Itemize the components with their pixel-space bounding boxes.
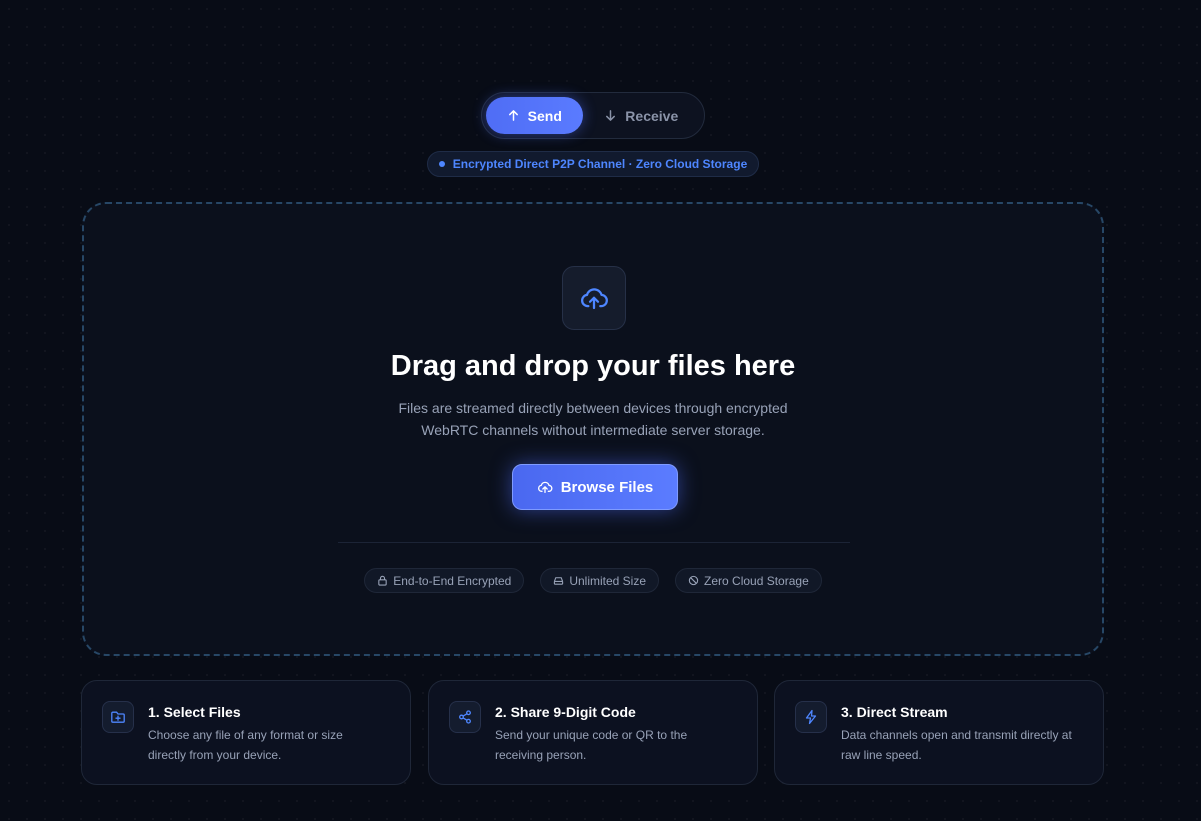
drop-zone-title: Drag and drop your files here <box>390 350 796 382</box>
feature-badge-storage-label: Zero Cloud Storage <box>704 573 809 588</box>
drop-zone-description-line1: Files are streamed directly between devi… <box>398 400 788 416</box>
browse-files-label: Browse Files <box>560 478 654 496</box>
step-description: Data channels open and transmit directly… <box>841 725 1089 765</box>
lightning-icon <box>805 709 817 725</box>
security-notice-text: Encrypted Direct P2P Channel · Zero Clou… <box>452 157 748 171</box>
arrow-down-icon <box>606 110 616 121</box>
step-description: Choose any file of any format or size di… <box>148 725 396 765</box>
feature-badge-storage: Zero Cloud Storage <box>675 568 822 593</box>
folder-plus-icon <box>111 711 125 723</box>
step-icon-tile <box>449 701 481 733</box>
arrow-up-icon <box>508 110 518 121</box>
feature-badge-size: Unlimited Size <box>540 568 660 593</box>
share-icon <box>459 710 471 724</box>
status-dot-icon <box>438 161 445 167</box>
step-description-line2: receiving person. <box>495 748 587 762</box>
step-description: Send your unique code or QR to the recei… <box>495 725 743 765</box>
step-title: 2. Share 9-Digit Code <box>495 704 636 720</box>
step-description-line1: Data channels open and transmit directly… <box>841 728 1072 742</box>
receive-mode-label: Receive <box>625 107 679 124</box>
cloud-upload-icon <box>581 288 608 310</box>
step-description-line1: Send your unique code or QR to the <box>495 728 688 742</box>
step-description-line1: Choose any file of any format or size <box>148 728 343 742</box>
feature-badge-size-label: Unlimited Size <box>569 573 647 588</box>
lock-icon <box>378 575 387 586</box>
drive-icon <box>554 577 564 585</box>
send-mode-button[interactable]: Send <box>486 97 583 134</box>
send-mode-label: Send <box>527 107 562 124</box>
mode-toggle: Send Receive <box>481 92 705 139</box>
step-icon-tile <box>102 701 134 733</box>
feature-badge-encrypted: End-to-End Encrypted <box>364 568 525 593</box>
step-title: 3. Direct Stream <box>841 704 948 720</box>
file-drop-zone[interactable]: Drag and drop your files here Files are … <box>82 202 1104 656</box>
step-description-line2: raw line speed. <box>841 748 922 762</box>
feature-badge-encrypted-label: End-to-End Encrypted <box>393 573 512 588</box>
step-card-share: 2. Share 9-Digit Code Send your unique c… <box>428 680 758 785</box>
browse-files-button[interactable]: Browse Files <box>512 464 678 510</box>
drop-zone-description: Files are streamed directly between devi… <box>84 397 1102 441</box>
step-description-line2: directly from your device. <box>148 748 282 762</box>
drop-zone-description-line2: WebRTC channels without intermediate ser… <box>421 422 765 438</box>
cloud-upload-small-icon <box>537 481 553 493</box>
feature-badges: End-to-End Encrypted Unlimited Size Zero… <box>84 568 1102 593</box>
step-title: 1. Select Files <box>148 704 241 720</box>
drop-zone-divider <box>338 542 850 543</box>
step-icon-tile <box>795 701 827 733</box>
receive-mode-button[interactable]: Receive <box>583 97 700 134</box>
security-notice-badge: Encrypted Direct P2P Channel · Zero Clou… <box>427 151 759 177</box>
upload-cloud-tile <box>562 266 626 330</box>
step-card-stream: 3. Direct Stream Data channels open and … <box>774 680 1104 785</box>
step-card-select: 1. Select Files Choose any file of any f… <box>81 680 411 785</box>
block-icon <box>688 575 699 586</box>
